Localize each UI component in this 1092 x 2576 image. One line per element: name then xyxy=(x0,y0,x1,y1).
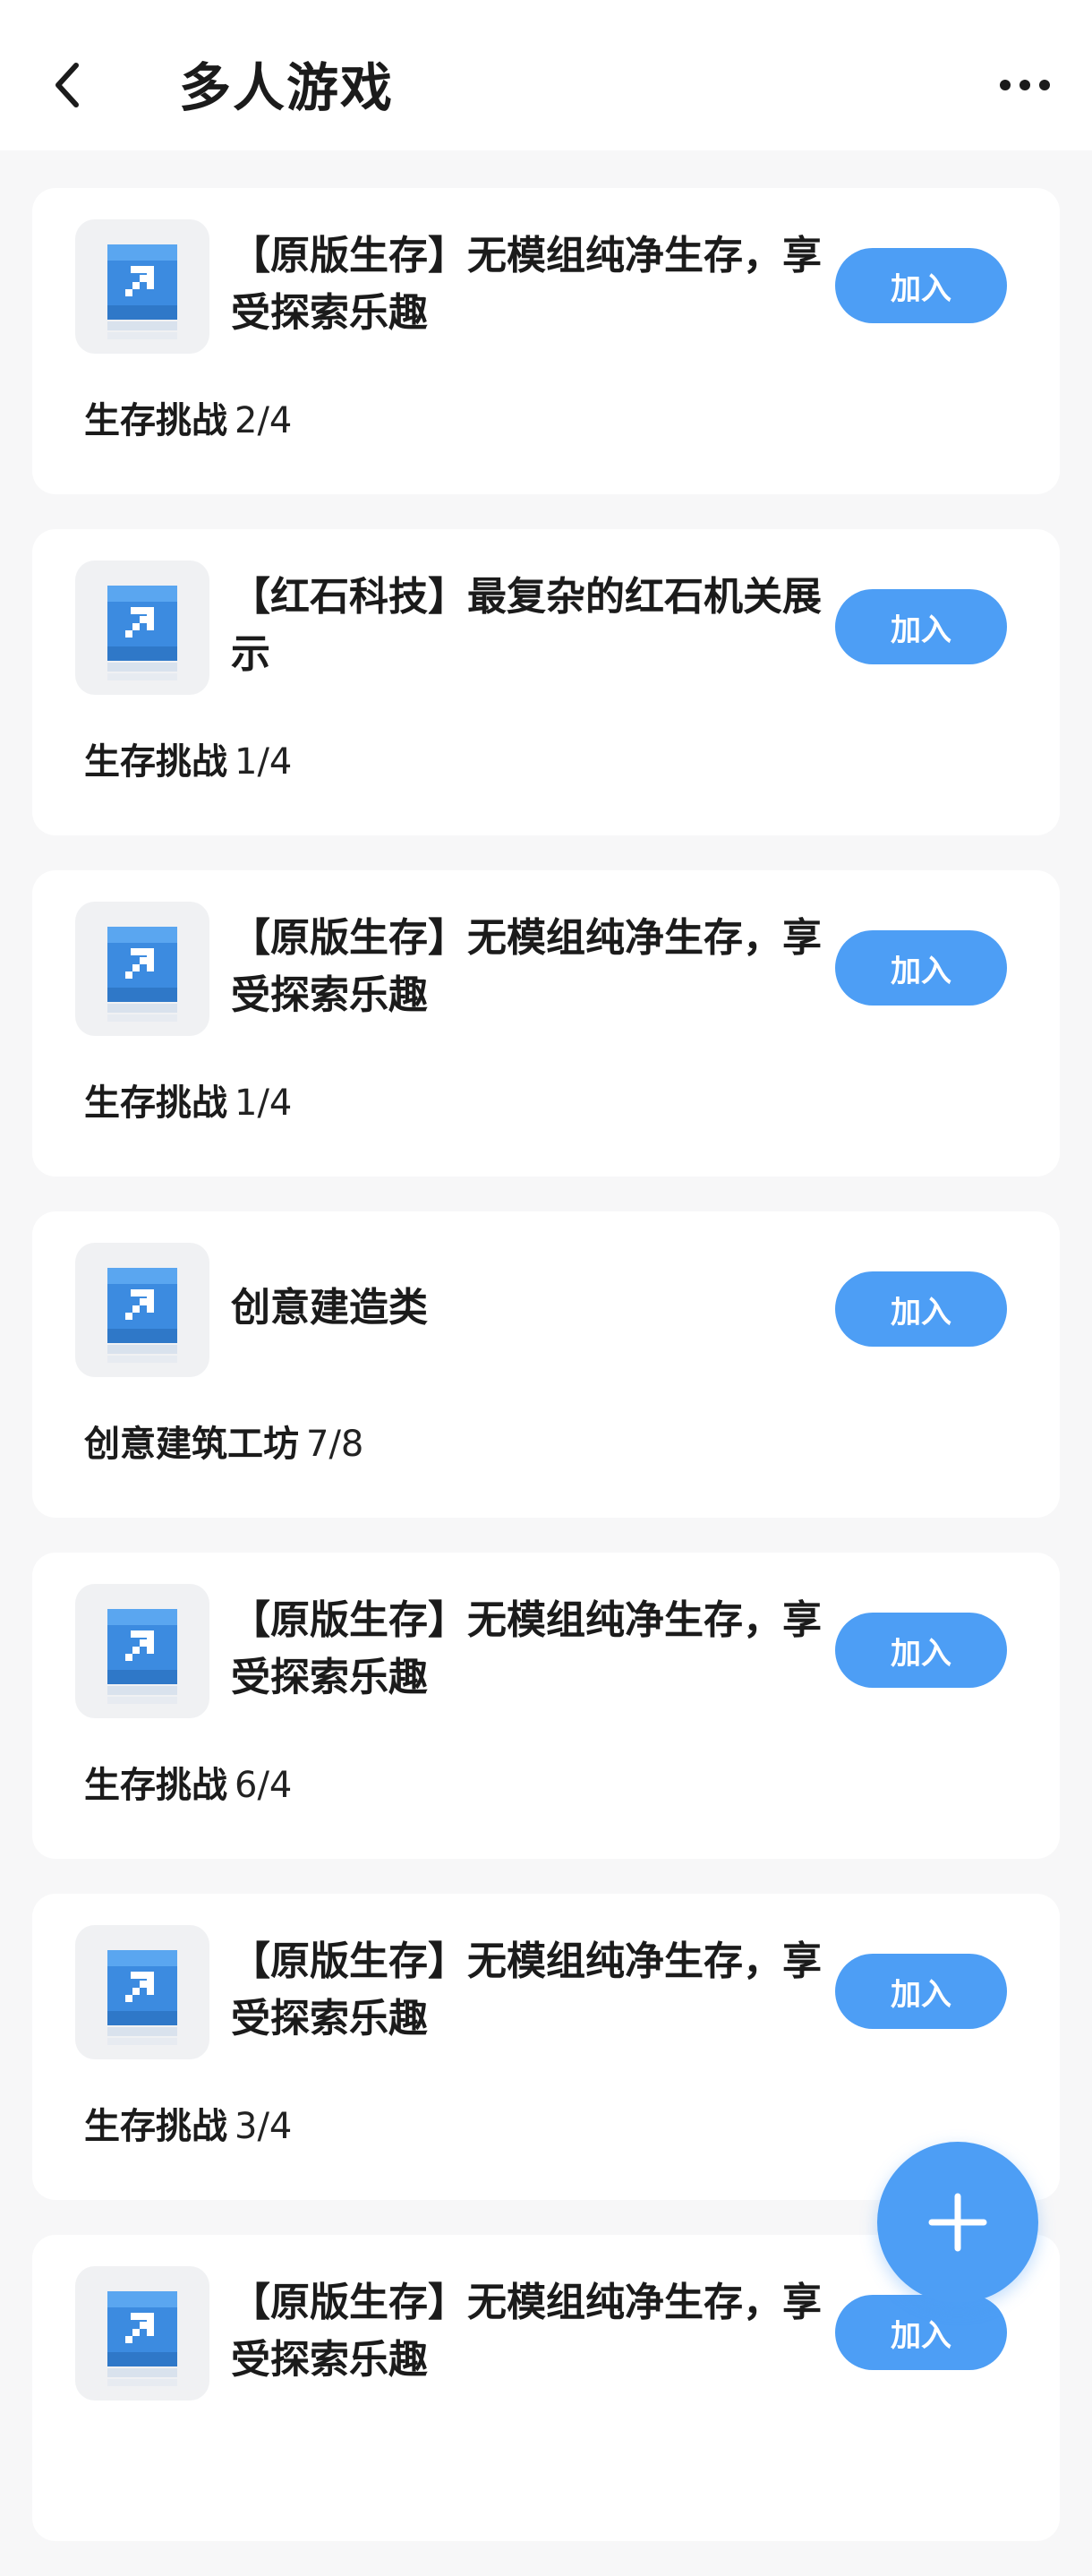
player-count: 6/4 xyxy=(235,1765,293,1806)
player-count: 2/4 xyxy=(235,400,293,441)
join-button[interactable]: 加入 xyxy=(835,589,1007,664)
room-meta: 生存挑战 1/4 xyxy=(84,737,292,787)
pickaxe-icon xyxy=(75,1925,209,2059)
join-button[interactable]: 加入 xyxy=(835,1954,1007,2029)
room-meta: 生存挑战 2/4 xyxy=(84,396,292,446)
pickaxe-icon xyxy=(75,1584,209,1718)
room-card[interactable]: 【原版生存】无模组纯净生存，享受探索乐趣 加入 生存挑战 3/4 xyxy=(32,1894,1060,2200)
chevron-left-icon xyxy=(55,63,79,107)
room-title: 【红石科技】最复杂的红石机关展示 xyxy=(231,574,822,677)
room-card[interactable]: 【原版生存】无模组纯净生存，享受探索乐趣 加入 生存挑战 6/4 xyxy=(32,1553,1060,1859)
room-title: 【原版生存】无模组纯净生存，享受探索乐趣 xyxy=(231,1938,822,2041)
player-count: 3/4 xyxy=(235,2106,293,2147)
back-button[interactable] xyxy=(36,49,98,121)
room-mode: 生存挑战 xyxy=(84,1765,227,1806)
pickaxe-icon xyxy=(75,902,209,1036)
room-card[interactable]: 创意建造类 加入 创意建筑工坊 7/8 xyxy=(32,1211,1060,1518)
room-card[interactable]: 【原版生存】无模组纯净生存，享受探索乐趣 加入 生存挑战 2/4 xyxy=(32,188,1060,494)
room-mode: 生存挑战 xyxy=(84,741,227,783)
room-mode: 创意建筑工坊 xyxy=(84,1424,299,1465)
more-horizontal-icon xyxy=(1000,80,1050,90)
join-button[interactable]: 加入 xyxy=(835,1271,1007,1347)
more-options-button[interactable] xyxy=(985,63,1065,107)
join-button[interactable]: 加入 xyxy=(835,930,1007,1006)
pickaxe-icon xyxy=(75,2266,209,2401)
pickaxe-icon xyxy=(75,1243,209,1377)
room-title: 【原版生存】无模组纯净生存，享受探索乐趣 xyxy=(231,915,822,1018)
room-card[interactable]: 【原版生存】无模组纯净生存，享受探索乐趣 加入 生存挑战 1/4 xyxy=(32,870,1060,1177)
pickaxe-icon xyxy=(75,561,209,695)
plus-icon xyxy=(928,2193,987,2252)
room-mode: 生存挑战 xyxy=(84,2106,227,2147)
room-mode: 生存挑战 xyxy=(84,400,227,441)
join-button[interactable]: 加入 xyxy=(835,2295,1007,2370)
player-count: 1/4 xyxy=(235,741,293,783)
room-meta: 生存挑战 1/4 xyxy=(84,1078,292,1128)
top-app-bar: 多人游戏 xyxy=(0,0,1092,150)
pickaxe-icon xyxy=(75,219,209,354)
room-meta: 生存挑战 3/4 xyxy=(84,2101,292,2152)
room-mode: 生存挑战 xyxy=(84,1083,227,1124)
page-title: 多人游戏 xyxy=(179,57,395,118)
room-title: 【原版生存】无模组纯净生存，享受探索乐趣 xyxy=(231,233,822,336)
join-button[interactable]: 加入 xyxy=(835,1613,1007,1688)
player-count: 1/4 xyxy=(235,1083,293,1124)
room-title: 【原版生存】无模组纯净生存，享受探索乐趣 xyxy=(231,2280,822,2383)
room-title: 【原版生存】无模组纯净生存，享受探索乐趣 xyxy=(231,1597,822,1700)
create-room-button[interactable] xyxy=(877,2142,1038,2303)
join-button[interactable]: 加入 xyxy=(835,248,1007,323)
room-meta: 生存挑战 6/4 xyxy=(84,1760,292,1810)
room-title: 创意建造类 xyxy=(231,1285,428,1331)
player-count: 7/8 xyxy=(306,1424,364,1465)
room-card[interactable]: 【红石科技】最复杂的红石机关展示 加入 生存挑战 1/4 xyxy=(32,529,1060,835)
room-meta: 创意建筑工坊 7/8 xyxy=(84,1419,363,1469)
